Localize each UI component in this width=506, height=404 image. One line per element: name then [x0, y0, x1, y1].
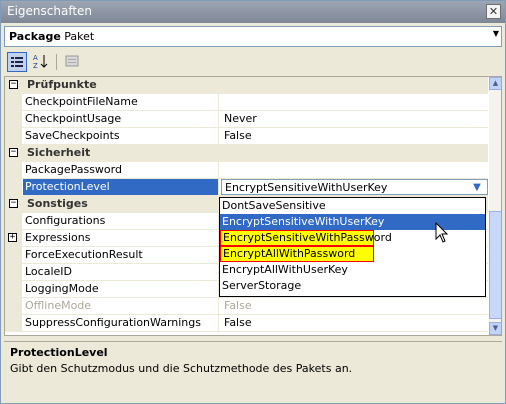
title-bar[interactable]: Eigenschaften ✕ [1, 1, 505, 23]
close-button[interactable]: ✕ [486, 4, 501, 19]
chevron-down-icon: ▼ [492, 324, 499, 332]
chevron-down-icon[interactable]: ▼ [470, 181, 484, 194]
chevron-down-icon[interactable]: ▼ [493, 29, 499, 38]
property-value[interactable] [221, 162, 488, 178]
property-name: LocaleID [23, 264, 219, 280]
property-grid: − Prüfpunkte CheckpointFileName Checkpoi… [4, 76, 502, 336]
alphabetical-button[interactable]: A Z [30, 52, 50, 72]
svg-text:A: A [33, 54, 38, 62]
property-row-offlinemode[interactable]: OfflineMode False [5, 298, 488, 315]
property-pages-icon [65, 55, 79, 67]
property-name: PackagePassword [23, 162, 219, 178]
property-row-packagepassword[interactable]: PackagePassword [5, 162, 488, 179]
property-name: CheckpointUsage [23, 111, 219, 127]
properties-window: Eigenschaften ✕ Package Paket ▼ A Z − Pr… [0, 0, 506, 404]
property-row-protectionlevel[interactable]: ProtectionLevel EncryptSensitiveWithUser… [5, 179, 488, 196]
alphabetical-sort-icon: A Z [33, 54, 48, 70]
toolbar: A Z [4, 50, 502, 74]
property-name: Configurations [23, 213, 219, 229]
dropdown-option[interactable]: EncryptSensitiveWithPassword [220, 230, 392, 246]
property-value[interactable]: False [221, 315, 488, 331]
property-name: OfflineMode [23, 298, 219, 314]
mouse-cursor-icon [435, 222, 449, 243]
chevron-up-icon: ▲ [492, 79, 499, 87]
object-selector[interactable]: Package Paket ▼ [4, 26, 502, 47]
dropdown-option[interactable]: ServerStorage [220, 278, 485, 294]
scroll-up-button[interactable]: ▲ [489, 77, 501, 90]
scroll-thumb[interactable] [489, 211, 501, 319]
svg-text:Z: Z [33, 62, 38, 69]
description-pane: ProtectionLevel Gibt den Schutzmodus und… [4, 341, 502, 401]
description-title: ProtectionLevel [10, 346, 108, 359]
property-row-savecheckpoints[interactable]: SaveCheckpoints False [5, 128, 488, 145]
object-type: Package [9, 30, 61, 43]
close-icon: ✕ [488, 5, 499, 18]
property-row-checkpointusage[interactable]: CheckpointUsage Never [5, 111, 488, 128]
categorized-icon [11, 57, 23, 67]
categorized-button[interactable] [7, 52, 27, 72]
category-label: Prüfpunkte [27, 78, 97, 91]
property-pages-button[interactable] [62, 52, 82, 72]
window-title: Eigenschaften [7, 4, 93, 18]
property-row-suppressconfigurationwarnings[interactable]: SuppressConfigurationWarnings False [5, 315, 488, 332]
collapse-icon[interactable]: − [9, 148, 18, 157]
property-value[interactable]: Never [221, 111, 488, 127]
property-row-checkpointfilename[interactable]: CheckpointFileName [5, 94, 488, 111]
property-name: Expressions [23, 230, 219, 246]
dropdown-option[interactable]: EncryptAllWithUserKey [220, 262, 485, 278]
property-name: LoggingMode [23, 281, 219, 297]
category-sicherheit[interactable]: − Sicherheit [5, 145, 488, 162]
dropdown-option[interactable]: DontSaveSensitive [220, 198, 485, 214]
description-text: Gibt den Schutzmodus und die Schutzmetho… [10, 362, 353, 375]
property-name: CheckpointFileName [23, 94, 219, 110]
expand-icon[interactable]: + [8, 233, 17, 242]
property-value[interactable]: False [221, 298, 488, 314]
property-value[interactable] [221, 94, 488, 110]
collapse-icon[interactable]: − [9, 80, 18, 89]
property-name: SaveCheckpoints [23, 128, 219, 144]
property-value[interactable]: False [221, 128, 488, 144]
protection-level-dropdown: DontSaveSensitive EncryptSensitiveWithUs… [219, 197, 486, 297]
property-value: EncryptSensitiveWithUserKey [225, 181, 388, 194]
collapse-icon[interactable]: − [9, 199, 18, 208]
category-label: Sicherheit [27, 146, 91, 159]
property-name: ForceExecutionResult [23, 247, 219, 263]
protection-level-combo[interactable]: EncryptSensitiveWithUserKey ▼ [221, 179, 488, 195]
object-name: Paket [64, 30, 95, 43]
vertical-scrollbar[interactable]: ▲ ▼ [489, 77, 501, 335]
toolbar-separator [56, 54, 57, 70]
category-pruefpunkte[interactable]: − Prüfpunkte [5, 77, 488, 94]
property-name: ProtectionLevel [23, 179, 219, 195]
property-name: SuppressConfigurationWarnings [23, 315, 219, 331]
dropdown-option[interactable]: EncryptAllWithPassword [220, 246, 374, 262]
scroll-down-button[interactable]: ▼ [489, 322, 501, 335]
